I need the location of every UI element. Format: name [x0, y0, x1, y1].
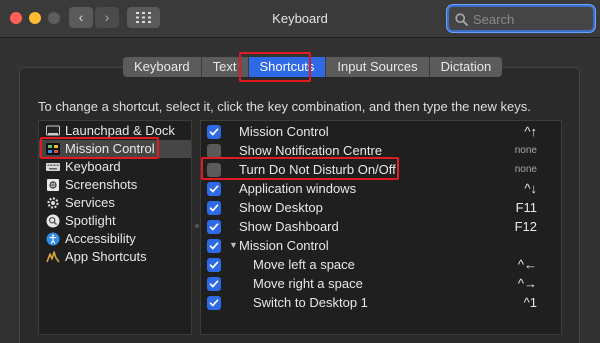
category-label: Accessibility — [65, 231, 136, 246]
screenshots-icon — [47, 179, 59, 191]
shortcut-label: Move left a space — [253, 257, 355, 272]
shortcut-key[interactable]: ^↑ — [524, 122, 537, 141]
category-app-shortcuts[interactable]: App Shortcuts — [39, 248, 191, 266]
category-label: App Shortcuts — [65, 249, 147, 264]
shortcut-key[interactable]: ^↓ — [524, 179, 537, 198]
category-screenshots[interactable]: Screenshots — [39, 176, 191, 194]
category-spotlight[interactable]: Spotlight — [39, 212, 191, 230]
category-accessibility[interactable]: Accessibility — [39, 230, 191, 248]
checkmark-icon — [209, 204, 219, 212]
category-label: Keyboard — [65, 159, 121, 174]
tab-keyboard[interactable]: Keyboard — [123, 57, 202, 77]
shortcut-checkbox[interactable] — [207, 239, 221, 253]
shortcut-row-mission-control[interactable]: Mission Control ^↑ — [201, 122, 561, 141]
search-input[interactable] — [473, 11, 588, 27]
disclosure-triangle-icon[interactable]: ▼ — [229, 236, 238, 255]
shortcut-row-move-left[interactable]: Move left a space ^← — [201, 255, 561, 274]
category-label: Spotlight — [65, 213, 116, 228]
category-label: Screenshots — [65, 177, 138, 192]
shortcut-key[interactable]: ^1 — [524, 293, 537, 312]
tab-input-sources[interactable]: Input Sources — [326, 57, 430, 77]
checkmark-icon — [209, 223, 219, 231]
shortcut-label: Show Dashboard — [239, 219, 339, 234]
shortcut-key[interactable]: none — [515, 141, 537, 160]
services-gear-icon — [47, 197, 59, 209]
title-bar: ‹ › Keyboard — [0, 0, 600, 38]
category-label: Services — [65, 195, 115, 210]
shortcut-label: Move right a space — [253, 276, 363, 291]
checkmark-icon — [209, 185, 219, 193]
checkmark-icon — [209, 128, 219, 136]
shortcut-checkbox[interactable] — [207, 277, 221, 291]
shortcut-label: Switch to Desktop 1 — [253, 295, 368, 310]
checkmark-icon — [209, 299, 219, 307]
shortcut-row-show-desktop[interactable]: Show Desktop F11 — [201, 198, 561, 217]
shortcut-key[interactable]: F12 — [515, 217, 537, 236]
splitter-handle[interactable] — [195, 224, 199, 228]
tab-bar: Keyboard Text Shortcuts Input Sources Di… — [123, 57, 503, 77]
shortcut-row-show-dashboard[interactable]: Show Dashboard F12 — [201, 217, 561, 236]
keyboard-icon — [46, 163, 60, 171]
launchpad-dock-icon — [46, 125, 60, 136]
accessibility-icon — [46, 232, 60, 246]
shortcut-row-move-right[interactable]: Move right a space ^→ — [201, 274, 561, 293]
highlight-box-do-not-disturb — [201, 157, 399, 180]
checkmark-icon — [209, 242, 219, 250]
shortcut-checkbox[interactable] — [207, 296, 221, 310]
shortcut-list[interactable]: Mission Control ^↑ Show Notification Cen… — [200, 120, 562, 335]
search-icon — [455, 13, 468, 26]
shortcut-row-application-windows[interactable]: Application windows ^↓ — [201, 179, 561, 198]
shortcut-label: Application windows — [239, 181, 357, 196]
category-services[interactable]: Services — [39, 194, 191, 212]
tab-dictation[interactable]: Dictation — [429, 57, 503, 77]
instructions-text: To change a shortcut, select it, click t… — [38, 99, 531, 114]
spotlight-icon — [46, 214, 60, 228]
shortcut-key[interactable]: none — [515, 160, 537, 179]
shortcut-key[interactable]: F11 — [516, 198, 537, 217]
shortcut-group-mission-control[interactable]: ▼ Mission Control — [201, 236, 561, 255]
shortcut-row-switch-desktop-1[interactable]: Switch to Desktop 1 ^1 — [201, 293, 561, 312]
shortcut-key[interactable]: ^← — [518, 255, 537, 274]
search-field[interactable] — [447, 5, 595, 32]
shortcut-label: Show Desktop — [239, 200, 323, 215]
shortcut-checkbox[interactable] — [207, 201, 221, 215]
highlight-box-shortcuts-tab — [239, 52, 311, 82]
shortcut-key[interactable]: ^→ — [518, 274, 537, 293]
shortcut-checkbox[interactable] — [207, 258, 221, 272]
checkmark-icon — [209, 280, 219, 288]
shortcut-checkbox[interactable] — [207, 220, 221, 234]
shortcut-label: Mission Control — [239, 124, 329, 139]
checkmark-icon — [209, 261, 219, 269]
app-shortcuts-icon — [46, 251, 60, 263]
shortcut-checkbox[interactable] — [207, 125, 221, 139]
category-keyboard[interactable]: Keyboard — [39, 158, 191, 176]
shortcut-checkbox[interactable] — [207, 144, 221, 158]
shortcut-checkbox[interactable] — [207, 182, 221, 196]
shortcut-label: Mission Control — [239, 238, 329, 253]
highlight-box-mission-control — [40, 137, 159, 159]
